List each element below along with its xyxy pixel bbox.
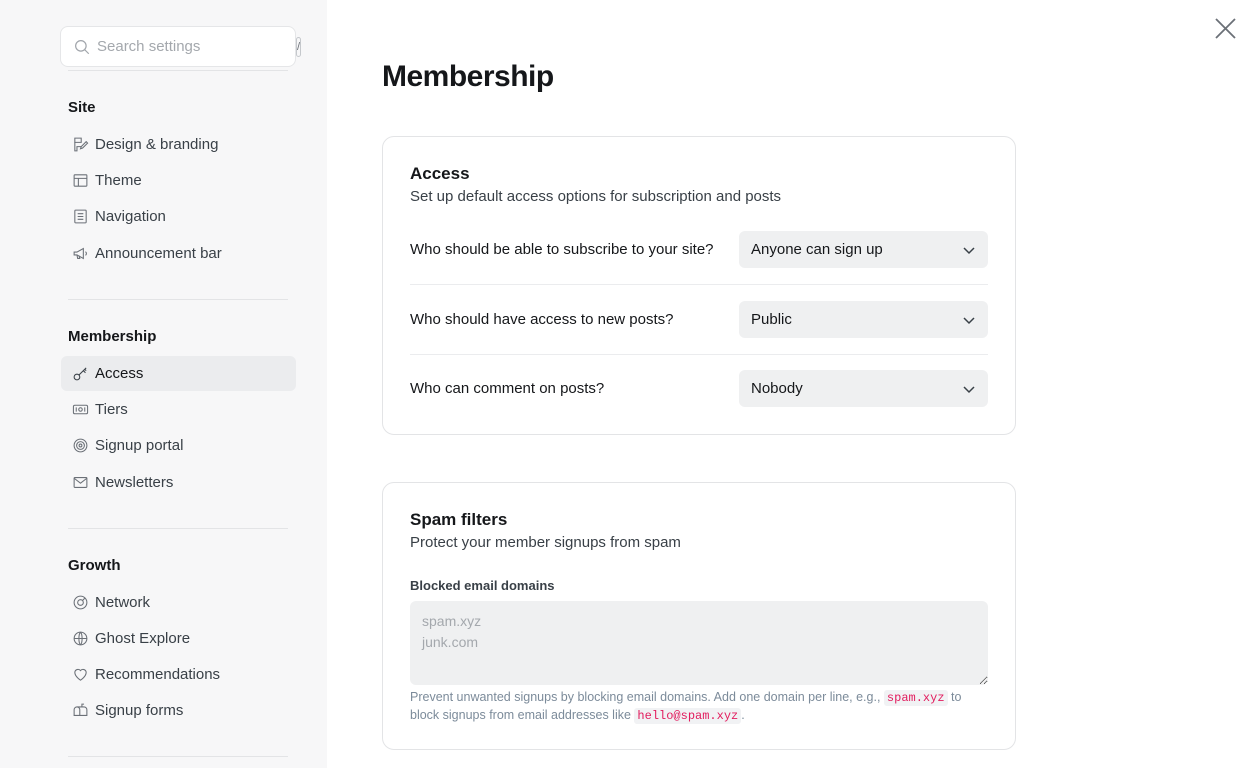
blocked-domains-hint: Prevent unwanted signups by blocking ema…: [410, 689, 990, 725]
close-button[interactable]: [1212, 15, 1239, 42]
sidebar-item-label: Network: [95, 594, 151, 611]
search-input[interactable]: [97, 38, 296, 55]
sidebar-item-label: Recommendations: [95, 666, 221, 683]
blocked-domains-textarea[interactable]: [410, 601, 988, 685]
portal-icon: [72, 437, 89, 454]
paintbrush-icon: [72, 136, 89, 153]
sidebar-divider: [68, 299, 288, 300]
globe-icon: [72, 630, 89, 647]
post-access-select[interactable]: Public: [739, 301, 988, 338]
access-description: Set up default access options for subscr…: [410, 188, 782, 205]
settings-sidebar: / Site Design & branding Theme Navigatio…: [0, 0, 327, 768]
post-access-label: Who should have access to new posts?: [410, 311, 674, 328]
spam-filters-title: Spam filters: [410, 510, 508, 529]
comment-access-label: Who can comment on posts?: [410, 380, 605, 397]
settings-page: / Site Design & branding Theme Navigatio…: [0, 0, 1251, 768]
sidebar-item-label: Ghost Explore: [95, 630, 191, 647]
megaphone-icon: [72, 245, 89, 262]
chevron-down-icon: [962, 313, 976, 327]
select-value: Public: [751, 311, 792, 328]
hint-code-example: hello@spam.xyz: [634, 708, 742, 724]
chevron-down-icon: [962, 382, 976, 396]
sidebar-item-ghost-explore[interactable]: Ghost Explore: [61, 621, 296, 656]
spam-filters-description: Protect your member signups from spam: [410, 534, 681, 551]
page-title: Membership: [382, 60, 554, 93]
sidebar-item-label: Access: [95, 365, 144, 382]
hint-text: .: [741, 708, 745, 722]
sidebar-item-label: Theme: [95, 172, 142, 189]
sidebar-item-design-branding[interactable]: Design & branding: [61, 127, 296, 162]
sidebar-item-label: Tiers: [95, 401, 128, 418]
sidebar-item-recommendations[interactable]: Recommendations: [61, 657, 296, 692]
search-box[interactable]: /: [60, 26, 302, 67]
chevron-down-icon: [962, 243, 976, 257]
spam-filters-card: Spam filters Protect your member signups…: [382, 482, 1016, 750]
sidebar-item-access[interactable]: Access: [61, 356, 296, 391]
row-divider: [410, 354, 988, 355]
sidebar-item-label: Design & branding: [95, 136, 219, 153]
sidebar-section-site: Site: [68, 99, 96, 116]
select-value: Nobody: [751, 380, 803, 397]
sidebar-item-signup-portal[interactable]: Signup portal: [61, 428, 296, 463]
sidebar-section-growth: Growth: [68, 557, 121, 574]
mail-icon: [72, 474, 89, 491]
sidebar-item-theme[interactable]: Theme: [61, 163, 296, 198]
access-card: Access Set up default access options for…: [382, 136, 1016, 435]
sidebar-divider: [68, 70, 288, 71]
search-icon: [73, 38, 91, 56]
hint-code-example: spam.xyz: [883, 690, 948, 706]
select-value: Anyone can sign up: [751, 241, 883, 258]
mailbox-icon: [72, 702, 89, 719]
sidebar-item-network[interactable]: Network: [61, 585, 296, 620]
subscribe-access-select[interactable]: Anyone can sign up: [739, 231, 988, 268]
sidebar-item-label: Signup portal: [95, 437, 184, 454]
sidebar-item-navigation[interactable]: Navigation: [61, 199, 296, 234]
ticket-icon: [72, 401, 89, 418]
sidebar-divider: [68, 528, 288, 529]
search-shortcut-key: /: [296, 36, 302, 57]
access-title: Access: [410, 164, 470, 183]
sidebar-divider: [68, 756, 288, 757]
sidebar-section-membership: Membership: [68, 328, 157, 345]
sidebar-item-newsletters[interactable]: Newsletters: [61, 465, 296, 500]
key-icon: [72, 365, 89, 382]
sidebar-item-announcement-bar[interactable]: Announcement bar: [61, 236, 296, 271]
heart-icon: [72, 666, 89, 683]
sidebar-item-label: Announcement bar: [95, 245, 222, 262]
sidebar-item-label: Signup forms: [95, 702, 184, 719]
sidebar-item-label: Newsletters: [95, 474, 174, 491]
sidebar-item-tiers[interactable]: Tiers: [61, 392, 296, 427]
row-divider: [410, 284, 988, 285]
list-icon: [72, 208, 89, 225]
network-icon: [72, 594, 89, 611]
hint-text: Prevent unwanted signups by blocking ema…: [410, 690, 881, 704]
sidebar-item-signup-forms[interactable]: Signup forms: [61, 693, 296, 728]
close-icon: [1215, 18, 1236, 39]
sidebar-item-label: Navigation: [95, 208, 166, 225]
comment-access-select[interactable]: Nobody: [739, 370, 988, 407]
subscribe-access-label: Who should be able to subscribe to your …: [410, 241, 714, 258]
blocked-domains-label: Blocked email domains: [410, 578, 555, 593]
layout-icon: [72, 172, 89, 189]
